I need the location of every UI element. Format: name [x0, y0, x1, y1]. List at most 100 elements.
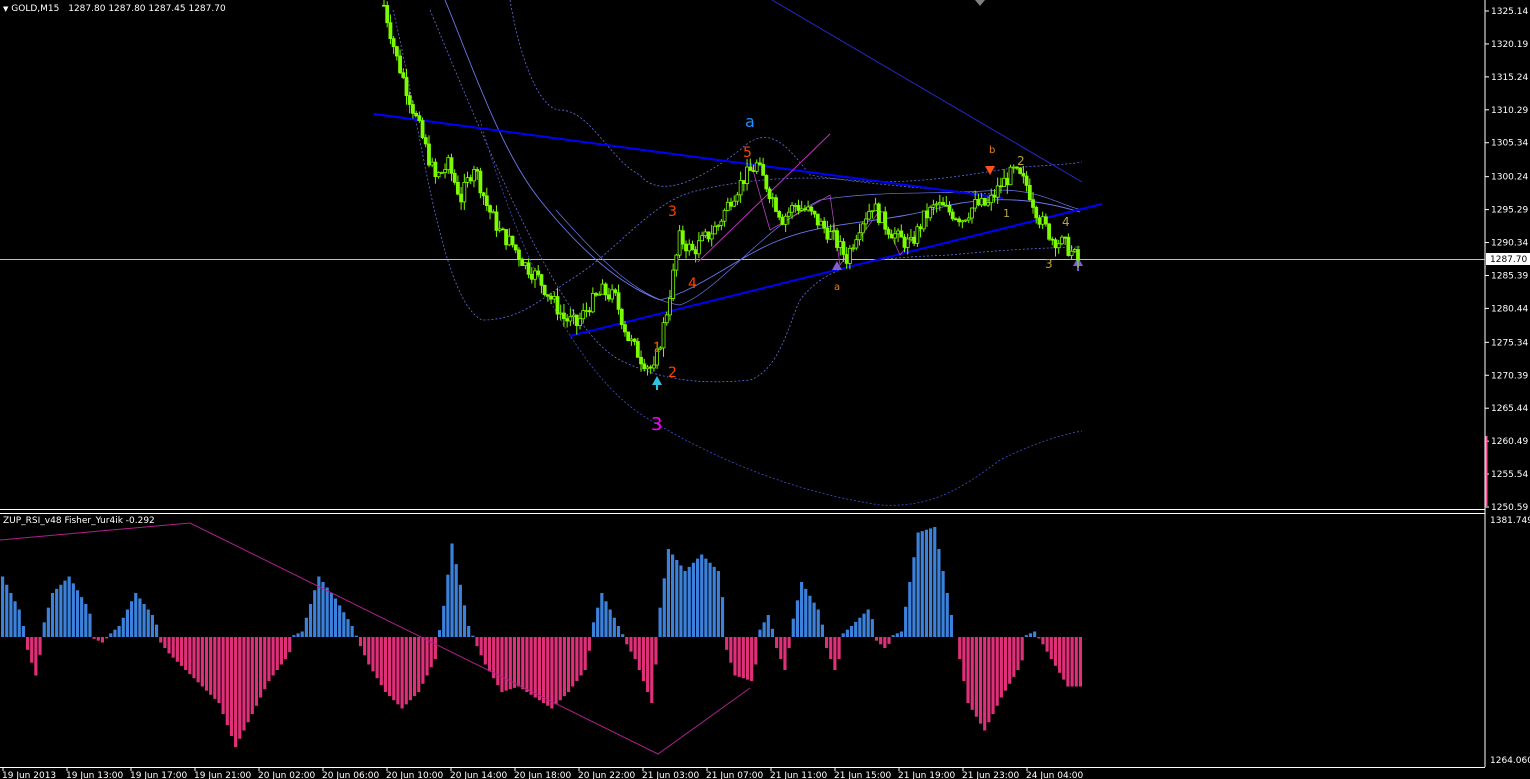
candle-body — [902, 236, 907, 248]
indicator-axis-top: 1381.749 — [1490, 516, 1530, 526]
price-label: 1270.39 — [1491, 371, 1528, 381]
candle-body — [648, 366, 653, 369]
histogram-bar — [150, 615, 154, 637]
histogram-bar — [338, 605, 342, 637]
histogram-bar — [200, 637, 204, 687]
candle-body — [770, 197, 775, 200]
histogram-bar — [845, 629, 849, 637]
candle-body — [777, 211, 782, 218]
candle-body — [998, 185, 1003, 188]
histogram-bar — [412, 637, 417, 697]
chart-shift-marker[interactable] — [975, 0, 985, 6]
histogram-bar — [687, 566, 691, 637]
histogram-bar — [725, 637, 729, 650]
price-label: 1275.34 — [1491, 338, 1528, 348]
histogram-bar — [154, 624, 159, 637]
channel-line — [771, 0, 1083, 183]
histogram-bar — [267, 637, 271, 681]
ohlc-values: 1287.80 1287.80 1287.45 1287.70 — [68, 4, 226, 14]
histogram-bar — [966, 637, 970, 703]
candle-body — [607, 294, 611, 300]
histogram-bar — [500, 637, 504, 692]
candle-body — [915, 226, 920, 244]
histogram-bar — [616, 626, 621, 637]
candle-body — [1037, 217, 1042, 225]
indicator-header: ZUP_RSI_v48 Fisher_Yur4ik -0.292 — [3, 516, 155, 526]
histogram-bar — [263, 637, 267, 690]
candle-body — [581, 310, 586, 320]
wave-label-2: 2 — [668, 365, 677, 381]
candle-body — [504, 229, 508, 246]
fisher-histogram — [1, 527, 1082, 747]
candle-body — [411, 104, 415, 114]
histogram-bar — [621, 634, 625, 637]
candle-body — [725, 201, 730, 211]
histogram-bar — [958, 637, 962, 659]
histogram-bar — [858, 617, 862, 637]
histogram-bar — [246, 637, 250, 723]
candle-body — [1043, 216, 1048, 225]
histogram-bar — [542, 637, 546, 703]
histogram-bar — [1041, 637, 1045, 645]
histogram-bar — [321, 582, 325, 637]
histogram-bar — [754, 637, 758, 665]
histogram-bar — [21, 626, 25, 637]
candle-body — [674, 254, 679, 271]
histogram-bar — [591, 622, 596, 637]
histogram-bar — [816, 609, 820, 637]
histogram-bar — [804, 588, 808, 637]
candle-body — [651, 364, 656, 369]
candle-body — [989, 194, 994, 204]
time-label: 21 Jun 11:00 — [770, 771, 827, 779]
histogram-bar — [259, 637, 263, 698]
time-label: 20 Jun 18:00 — [514, 771, 571, 779]
candle-body — [1024, 175, 1029, 186]
candle-body — [745, 166, 749, 184]
histogram-bar — [283, 637, 288, 659]
chart-menu-arrow[interactable]: ▼ — [3, 5, 8, 13]
histogram-bar — [371, 637, 375, 672]
candle-body — [928, 206, 933, 219]
candle-body — [481, 192, 486, 197]
candle-body — [905, 238, 910, 248]
candle-body — [488, 205, 492, 213]
histogram-bar — [59, 584, 63, 637]
candle-body — [841, 241, 846, 255]
histogram-bar — [775, 637, 779, 648]
candle-body — [966, 217, 971, 221]
candle-body — [889, 233, 894, 239]
histogram-bar — [1016, 637, 1020, 670]
candle-body — [806, 206, 811, 211]
histogram-bar — [179, 637, 184, 666]
histogram-bar — [1045, 637, 1049, 652]
price-chart[interactable]: a353412ab1234 1325.141320.191315.241310.… — [0, 0, 1530, 779]
wave-label-4: 4 — [688, 276, 697, 292]
candle-body — [443, 169, 447, 173]
time-label: 21 Jun 19:00 — [898, 771, 955, 779]
candle-body — [735, 194, 740, 202]
candle-body — [880, 211, 884, 223]
metatrader-chart-window[interactable]: a353412ab1234 1325.14 1320.19 1315.24 1310.… — [0, 0, 1530, 779]
histogram-bar — [733, 637, 737, 676]
time-label: 19 Jun 13:00 — [66, 771, 123, 779]
time-label: 20 Jun 10:00 — [386, 771, 443, 779]
histogram-bar — [75, 590, 80, 637]
histogram-bar — [496, 637, 500, 686]
down-arrow-icon — [985, 166, 995, 175]
histogram-bar — [42, 622, 46, 637]
candle-body — [1002, 177, 1007, 187]
candle-body — [1047, 223, 1051, 240]
candle-body — [828, 231, 833, 240]
wave-label-5: 5 — [743, 145, 752, 161]
histogram-bar — [550, 637, 554, 709]
histogram-bar — [175, 637, 179, 662]
candle-body — [687, 243, 692, 252]
price-label: 1315.24 — [1491, 73, 1528, 83]
histogram-bar — [1074, 637, 1078, 687]
zigzag-line — [0, 522, 751, 755]
candle-body — [719, 220, 724, 226]
time-label: 24 Jun 04:00 — [1026, 771, 1083, 779]
histogram-bar — [271, 637, 275, 676]
histogram-bar — [995, 637, 999, 706]
histogram-bar — [662, 578, 666, 637]
